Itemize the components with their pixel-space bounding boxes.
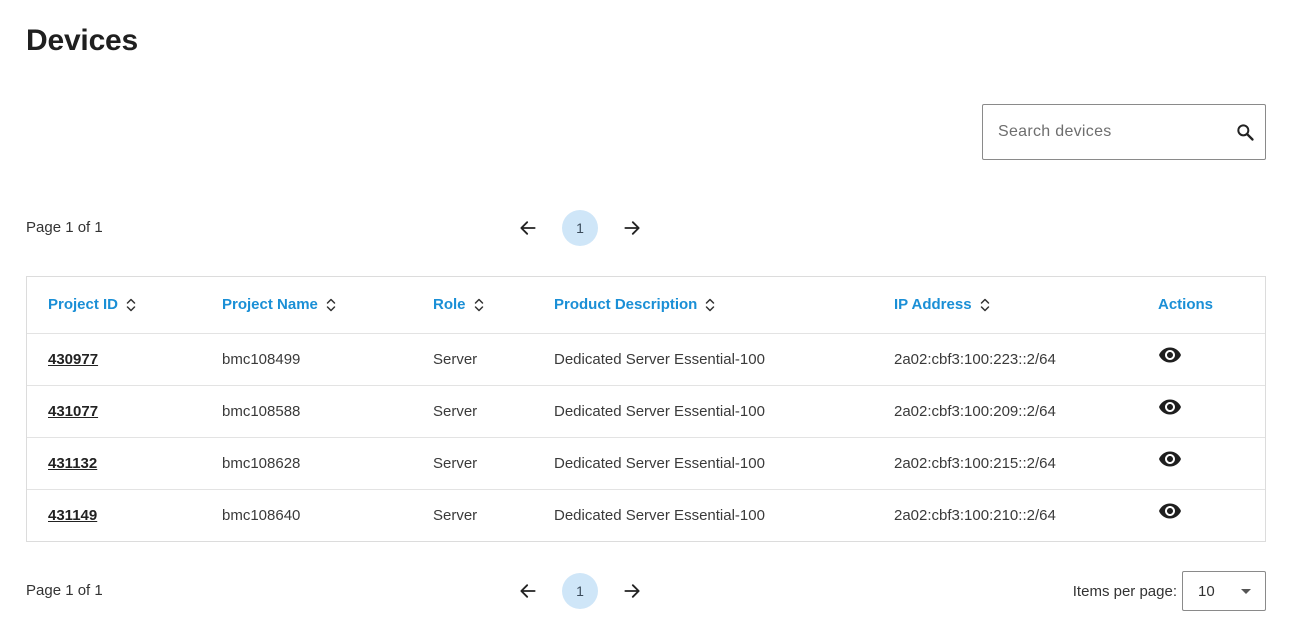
role-cell: Server bbox=[433, 332, 554, 385]
project-id-link[interactable]: 430977 bbox=[48, 351, 98, 368]
table-row: 430977 bmc108499 Server Dedicated Server… bbox=[27, 332, 1265, 385]
table-row: 431077 bmc108588 Server Dedicated Server… bbox=[27, 384, 1265, 437]
search-box bbox=[982, 104, 1266, 160]
product-description-cell: Dedicated Server Essential-100 bbox=[554, 332, 894, 385]
next-page-button[interactable] bbox=[614, 210, 650, 246]
project-id-link[interactable]: 431077 bbox=[48, 403, 98, 420]
table-row: 431149 bmc108640 Server Dedicated Server… bbox=[27, 488, 1265, 541]
view-icon[interactable] bbox=[1158, 395, 1182, 419]
role-cell: Server bbox=[433, 488, 554, 541]
page-number-button[interactable]: 1 bbox=[562, 573, 598, 609]
column-header-project-id[interactable]: Project ID bbox=[27, 277, 222, 333]
view-icon[interactable] bbox=[1158, 343, 1182, 367]
devices-table: Project ID Project Name Role Product Des… bbox=[26, 276, 1266, 542]
product-description-cell: Dedicated Server Essential-100 bbox=[554, 436, 894, 489]
sort-icon[interactable] bbox=[980, 298, 990, 312]
page-info: Page 1 of 1 bbox=[26, 219, 103, 236]
project-name-cell: bmc108628 bbox=[222, 436, 433, 489]
ip-address-cell: 2a02:cbf3:100:210::2/64 bbox=[894, 488, 1158, 541]
prev-page-button[interactable] bbox=[510, 210, 546, 246]
pagination-top: Page 1 of 1 1 bbox=[26, 208, 1266, 248]
project-id-link[interactable]: 431132 bbox=[48, 455, 97, 472]
role-cell: Server bbox=[433, 436, 554, 489]
page-title: Devices bbox=[26, 24, 139, 57]
caret-down-icon bbox=[1241, 588, 1251, 594]
view-icon[interactable] bbox=[1158, 447, 1182, 471]
table-row: 431132 bmc108628 Server Dedicated Server… bbox=[27, 436, 1265, 489]
column-header-actions: Actions bbox=[1158, 296, 1214, 314]
table-header-row: Project ID Project Name Role Product Des… bbox=[27, 277, 1265, 333]
next-page-button[interactable] bbox=[614, 573, 650, 609]
column-header-project-name[interactable]: Project Name bbox=[222, 277, 433, 333]
pager-controls: 1 bbox=[510, 208, 650, 248]
project-name-cell: bmc108640 bbox=[222, 488, 433, 541]
page-number-button[interactable]: 1 bbox=[562, 210, 598, 246]
items-per-page-select[interactable]: 10 bbox=[1182, 571, 1266, 611]
sort-icon[interactable] bbox=[126, 298, 136, 312]
project-name-cell: bmc108588 bbox=[222, 384, 433, 437]
items-per-page: Items per page: 10 bbox=[1073, 571, 1266, 611]
project-id-link[interactable]: 431149 bbox=[48, 507, 97, 524]
items-per-page-label: Items per page: bbox=[1072, 582, 1177, 600]
arrow-left-icon bbox=[520, 221, 536, 235]
column-header-ip-address[interactable]: IP Address bbox=[894, 277, 1158, 333]
column-header-product-description[interactable]: Product Description bbox=[554, 277, 894, 333]
ip-address-cell: 2a02:cbf3:100:215::2/64 bbox=[894, 436, 1158, 489]
product-description-cell: Dedicated Server Essential-100 bbox=[554, 488, 894, 541]
sort-icon[interactable] bbox=[705, 298, 715, 312]
sort-icon[interactable] bbox=[474, 298, 484, 312]
sort-icon[interactable] bbox=[326, 298, 336, 312]
items-per-page-value: 10 bbox=[1198, 582, 1215, 600]
project-name-cell: bmc108499 bbox=[222, 332, 433, 385]
view-icon[interactable] bbox=[1158, 499, 1182, 523]
ip-address-cell: 2a02:cbf3:100:223::2/64 bbox=[894, 332, 1158, 385]
pagination-bottom: Page 1 of 1 1 Items per page: 10 bbox=[26, 571, 1266, 611]
search-icon[interactable] bbox=[1225, 104, 1265, 160]
page-info: Page 1 of 1 bbox=[26, 582, 103, 599]
arrow-right-icon bbox=[624, 584, 640, 598]
product-description-cell: Dedicated Server Essential-100 bbox=[554, 384, 894, 437]
arrow-right-icon bbox=[624, 221, 640, 235]
prev-page-button[interactable] bbox=[510, 573, 546, 609]
search-input[interactable] bbox=[983, 105, 1225, 159]
role-cell: Server bbox=[433, 384, 554, 437]
ip-address-cell: 2a02:cbf3:100:209::2/64 bbox=[894, 384, 1158, 437]
arrow-left-icon bbox=[520, 584, 536, 598]
pager-controls: 1 bbox=[510, 571, 650, 611]
column-header-role[interactable]: Role bbox=[433, 277, 554, 333]
